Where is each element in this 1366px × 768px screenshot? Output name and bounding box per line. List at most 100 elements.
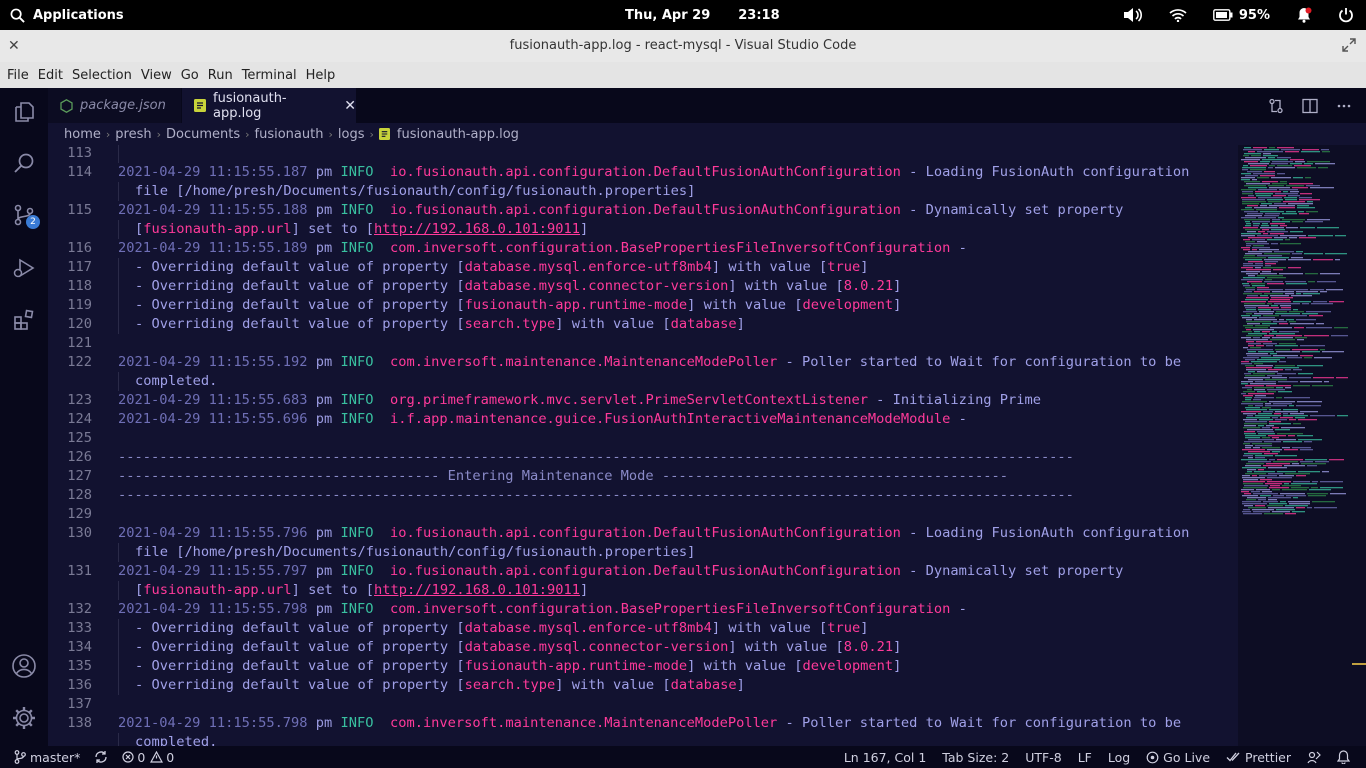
notifications-bell-icon[interactable] xyxy=(1337,750,1350,764)
sync-icon[interactable] xyxy=(94,750,108,764)
log-logger-class: org.primeframework.mvc.servlet.PrimeServ… xyxy=(389,392,868,408)
settings-gear-icon[interactable] xyxy=(10,704,38,732)
editor-actions xyxy=(1268,88,1352,123)
breadcrumb-item[interactable]: presh xyxy=(115,127,151,142)
code-line[interactable]: 120 - Overriding default value of propert… xyxy=(48,315,1238,334)
search-icon[interactable] xyxy=(10,149,38,177)
branch-indicator[interactable]: master* xyxy=(14,750,80,765)
code-line[interactable]: 122 2021-04-29 11:15:55.192 pm INFO com.i… xyxy=(48,353,1238,372)
code-line[interactable]: [fusionauth-app.url] set to [http://192.… xyxy=(48,220,1238,239)
menu-view[interactable]: View xyxy=(141,68,172,83)
breadcrumb-item[interactable]: Documents xyxy=(166,127,240,142)
log-text: ] xyxy=(860,259,869,275)
code-line[interactable]: 127 -------------------------------------… xyxy=(48,467,1238,486)
menu-go[interactable]: Go xyxy=(181,68,199,83)
feedback-icon[interactable] xyxy=(1307,750,1321,764)
code-line[interactable]: 128 -------------------------------------… xyxy=(48,486,1238,505)
encoding[interactable]: UTF-8 xyxy=(1025,750,1061,765)
log-timestamp: 2021-04-29 11:15:55.192 xyxy=(118,354,308,370)
editor-text-area[interactable]: 113 114 2021-04-29 11:15:55.187 pm INFO io… xyxy=(48,145,1238,746)
window-restore-icon[interactable] xyxy=(1342,38,1356,56)
code-line[interactable]: 123 2021-04-29 11:15:55.683 pm INFO org.p… xyxy=(48,391,1238,410)
log-url-link[interactable]: http://192.168.0.101:9011 xyxy=(374,221,580,237)
log-ampm: pm xyxy=(315,240,333,256)
breadcrumb-item[interactable]: fusionauth xyxy=(255,127,324,142)
run-debug-icon[interactable] xyxy=(10,254,38,282)
problems-indicator[interactable]: 0 0 xyxy=(122,750,174,765)
prettier-button[interactable]: Prettier xyxy=(1226,750,1291,765)
code-line[interactable]: 132 2021-04-29 11:15:55.798 pm INFO com.i… xyxy=(48,600,1238,619)
tab-close-icon[interactable]: ✕ xyxy=(344,98,356,114)
code-line[interactable]: 130 2021-04-29 11:15:55.796 pm INFO io.fu… xyxy=(48,524,1238,543)
language-mode[interactable]: Log xyxy=(1108,750,1130,765)
window-title-bar[interactable]: ✕ fusionauth-app.log - react-mysql - Vis… xyxy=(0,30,1366,62)
code-line[interactable]: 126 -------------------------------------… xyxy=(48,448,1238,467)
code-line[interactable]: 131 2021-04-29 11:15:55.797 pm INFO io.fu… xyxy=(48,562,1238,581)
code-line[interactable]: [fusionauth-app.url] set to [http://192.… xyxy=(48,581,1238,600)
log-message: - Loading FusionAuth configuration xyxy=(900,525,1190,541)
log-file-icon xyxy=(378,128,390,140)
open-changes-icon[interactable] xyxy=(1268,98,1284,114)
time-label: 23:18 xyxy=(738,7,780,23)
vertical-scrollbar[interactable] xyxy=(1352,145,1366,746)
applications-menu[interactable]: Applications xyxy=(10,0,124,30)
tab-size[interactable]: Tab Size: 2 xyxy=(942,750,1009,765)
log-property: search.type xyxy=(464,316,556,332)
status-bar: master* 0 0 Ln 167, Col 1 Tab Size: 2 UT… xyxy=(0,746,1366,768)
menu-selection[interactable]: Selection xyxy=(72,68,132,83)
notification-bell-icon[interactable] xyxy=(1296,7,1312,23)
code-line[interactable]: 117 - Overriding default value of propert… xyxy=(48,258,1238,277)
power-icon[interactable] xyxy=(1338,7,1354,23)
code-line[interactable]: 129 xyxy=(48,505,1238,524)
minimap[interactable] xyxy=(1238,145,1352,746)
code-line[interactable]: 115 2021-04-29 11:15:55.188 pm INFO io.fu… xyxy=(48,201,1238,220)
code-line[interactable]: 135 - Overriding default value of propert… xyxy=(48,657,1238,676)
wifi-icon[interactable] xyxy=(1169,8,1187,22)
extensions-icon[interactable] xyxy=(10,306,38,334)
code-line[interactable]: completed. xyxy=(48,372,1238,391)
code-line[interactable]: 124 2021-04-29 11:15:55.696 pm INFO i.f.a… xyxy=(48,410,1238,429)
code-line[interactable]: 119 - Overriding default value of propert… xyxy=(48,296,1238,315)
code-line[interactable]: 121 xyxy=(48,334,1238,353)
menu-terminal[interactable]: Terminal xyxy=(242,68,297,83)
code-line[interactable]: file [/home/presh/Documents/fusionauth/c… xyxy=(48,182,1238,201)
breadcrumb-item[interactable]: home xyxy=(64,127,101,142)
battery-indicator[interactable]: 95% xyxy=(1212,8,1270,23)
explorer-icon[interactable] xyxy=(10,98,38,126)
volume-icon[interactable] xyxy=(1123,7,1143,23)
code-line[interactable]: file [/home/presh/Documents/fusionauth/c… xyxy=(48,543,1238,562)
tab-package-json[interactable]: package.json xyxy=(48,88,181,123)
code-line[interactable]: 113 xyxy=(48,145,1238,163)
code-line[interactable]: 138 2021-04-29 11:15:55.798 pm INFO com.i… xyxy=(48,714,1238,733)
go-live-button[interactable]: Go Live xyxy=(1146,750,1210,765)
code-line[interactable]: 125 xyxy=(48,429,1238,448)
menu-run[interactable]: Run xyxy=(208,68,233,83)
accounts-icon[interactable] xyxy=(10,652,38,680)
code-line[interactable]: 136 - Overriding default value of propert… xyxy=(48,676,1238,695)
clock[interactable]: Thu, Apr 29 23:18 xyxy=(625,0,780,30)
breadcrumb-item[interactable]: logs xyxy=(338,127,365,142)
code-line[interactable]: 116 2021-04-29 11:15:55.189 pm INFO com.i… xyxy=(48,239,1238,258)
code-line[interactable]: 114 2021-04-29 11:15:55.187 pm INFO io.fu… xyxy=(48,163,1238,182)
menu-help[interactable]: Help xyxy=(306,68,336,83)
cursor-position[interactable]: Ln 167, Col 1 xyxy=(844,750,926,765)
code-line[interactable]: 133 - Overriding default value of propert… xyxy=(48,619,1238,638)
more-actions-icon[interactable] xyxy=(1336,98,1352,114)
end-of-line[interactable]: LF xyxy=(1078,750,1092,765)
log-value: true xyxy=(827,259,861,275)
code-line[interactable]: 137 xyxy=(48,695,1238,714)
log-text: - Overriding default value of property [ xyxy=(135,316,465,332)
log-text: ] with value [ xyxy=(555,677,671,693)
menu-file[interactable]: File xyxy=(7,68,29,83)
code-content: file [/home/presh/Documents/fusionauth/c… xyxy=(135,182,695,201)
menu-edit[interactable]: Edit xyxy=(38,68,63,83)
code-line[interactable]: 134 - Overriding default value of propert… xyxy=(48,638,1238,657)
code-content: - Overriding default value of property [… xyxy=(135,676,745,695)
chevron-right-icon: › xyxy=(105,127,111,141)
split-editor-icon[interactable] xyxy=(1302,98,1318,114)
tab-fusionauth-app-log[interactable]: fusionauth-app.log ✕ xyxy=(182,88,356,123)
code-line[interactable]: completed. xyxy=(48,733,1238,746)
log-url-link[interactable]: http://192.168.0.101:9011 xyxy=(374,582,580,598)
code-line[interactable]: 118 - Overriding default value of propert… xyxy=(48,277,1238,296)
breadcrumb-item[interactable]: fusionauth-app.log xyxy=(397,127,519,142)
